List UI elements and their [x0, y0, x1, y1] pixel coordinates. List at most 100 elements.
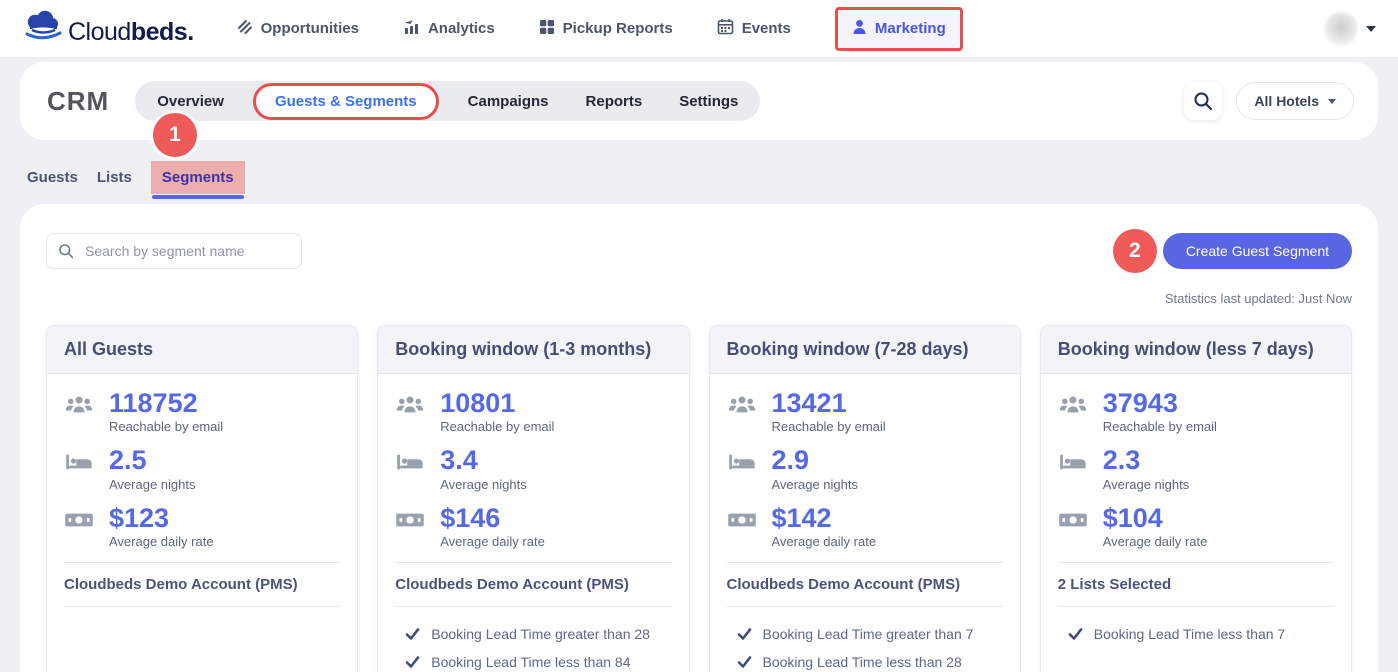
cloudbeds-logo[interactable]: Cloudbeds. [22, 8, 194, 49]
chevron-down-icon[interactable] [1366, 26, 1376, 32]
opportunities-icon [236, 18, 253, 39]
hotel-selector-dropdown[interactable]: All Hotels [1236, 82, 1354, 120]
topnav-right [1324, 12, 1376, 46]
stat-content: 13421 Reachable by email [772, 389, 886, 434]
nav-item-marketing[interactable]: Marketing [835, 7, 963, 51]
pickup-reports-icon [539, 19, 555, 39]
criterion-label: Booking Lead Time greater than 7 [763, 626, 974, 642]
divider [1058, 562, 1334, 563]
stat-value: 2.9 [772, 446, 859, 474]
crm-header-actions: All Hotels [1184, 82, 1354, 120]
divider [64, 562, 340, 563]
criterion: Booking Lead Time greater than 7 [737, 626, 1003, 642]
segments-panel: 2 Create Guest Segment Statistics last u… [20, 204, 1378, 672]
segment-cards: All Guests 118752 Reachable by email 2.5… [46, 325, 1352, 672]
subtab-lists[interactable]: Lists [97, 169, 132, 186]
create-guest-segment-button[interactable]: Create Guest Segment [1163, 233, 1352, 269]
stat-rate: $123 Average daily rate [64, 504, 340, 549]
stat-nights: 2.3 Average nights [1058, 446, 1334, 491]
segments-toolbar: 2 Create Guest Segment [46, 229, 1352, 273]
card-header: Booking window (7-28 days) [710, 326, 1020, 374]
nav-item-events[interactable]: Events [717, 18, 791, 39]
check-icon [405, 627, 420, 641]
subtab-guests[interactable]: Guests [27, 169, 78, 186]
guests-icon [727, 389, 757, 434]
crm-header: CRM Overview Guests & Segments Campaigns… [20, 62, 1378, 140]
stat-nights: 2.5 Average nights [64, 446, 340, 491]
stat-nights: 3.4 Average nights [395, 446, 671, 491]
subtab-segments[interactable]: Segments [151, 161, 245, 194]
rate-icon [1058, 504, 1088, 549]
criteria-list: Booking Lead Time greater than 7 Booking… [727, 626, 1003, 670]
nights-icon [64, 446, 94, 491]
tab-settings[interactable]: Settings [679, 93, 738, 110]
nav-label: Pickup Reports [563, 20, 673, 37]
stat-label: Average daily rate [1103, 534, 1208, 549]
stat-content: $123 Average daily rate [109, 504, 214, 549]
stat-content: 2.3 Average nights [1103, 446, 1190, 491]
user-avatar[interactable] [1324, 12, 1358, 46]
segment-subtabs: Guests Lists Segments [27, 159, 1398, 196]
nav-label: Events [742, 20, 791, 37]
check-icon [737, 655, 752, 669]
stat-label: Reachable by email [440, 419, 554, 434]
card-header: Booking window (less 7 days) [1041, 326, 1351, 374]
card-header: Booking window (1-3 months) [378, 326, 688, 374]
stat-label: Reachable by email [1103, 419, 1217, 434]
card-title: All Guests [64, 338, 340, 361]
criterion-label: Booking Lead Time less than 84 [431, 654, 630, 670]
card-title: Booking window (less 7 days) [1058, 338, 1334, 361]
guests-icon [395, 389, 425, 434]
segment-search [46, 233, 302, 269]
tab-overview[interactable]: Overview [157, 93, 224, 110]
segment-card-booking-7-28-days[interactable]: Booking window (7-28 days) 13421 Reachab… [709, 325, 1021, 672]
stat-label: Reachable by email [109, 419, 223, 434]
guests-icon [64, 389, 94, 434]
criterion: Booking Lead Time less than 28 [737, 654, 1003, 670]
hotel-selector-value: All Hotels [1254, 93, 1319, 109]
tab-reports[interactable]: Reports [586, 93, 643, 110]
card-source: 2 Lists Selected [1058, 576, 1334, 593]
nav-item-analytics[interactable]: Analytics [403, 18, 495, 39]
nav-item-pickup-reports[interactable]: Pickup Reports [539, 19, 673, 39]
marketing-icon [852, 19, 867, 39]
divider [395, 562, 671, 563]
card-title: Booking window (1-3 months) [395, 338, 671, 361]
nav-item-opportunities[interactable]: Opportunities [236, 18, 359, 39]
rate-icon [727, 504, 757, 549]
stat-value: 13421 [772, 389, 886, 417]
stat-reachable: 37943 Reachable by email [1058, 389, 1334, 434]
card-header: All Guests [47, 326, 357, 374]
card-title: Booking window (7-28 days) [727, 338, 1003, 361]
divider [1058, 606, 1334, 607]
stat-reachable: 13421 Reachable by email [727, 389, 1003, 434]
card-source: Cloudbeds Demo Account (PMS) [64, 576, 340, 593]
stat-label: Average nights [772, 477, 859, 492]
card-body: 10801 Reachable by email 3.4 Average nig… [378, 374, 688, 670]
stat-value: $146 [440, 504, 545, 532]
global-search-button[interactable] [1184, 82, 1222, 120]
stat-rate: $146 Average daily rate [395, 504, 671, 549]
stat-label: Average nights [109, 477, 196, 492]
rate-icon [64, 504, 94, 549]
stat-content: 2.9 Average nights [772, 446, 859, 491]
crm-tab-bar: Overview Guests & Segments Campaigns Rep… [135, 81, 760, 121]
toolbar-right: 2 Create Guest Segment [1113, 229, 1352, 273]
rate-icon [395, 504, 425, 549]
segment-search-input[interactable] [46, 233, 302, 269]
tab-campaigns[interactable]: Campaigns [468, 93, 549, 110]
segment-card-all-guests[interactable]: All Guests 118752 Reachable by email 2.5… [46, 325, 358, 672]
criteria-list: Booking Lead Time less than 7 [1058, 626, 1334, 642]
check-icon [1068, 627, 1083, 641]
card-body: 13421 Reachable by email 2.9 Average nig… [710, 374, 1020, 670]
analytics-icon [403, 18, 420, 39]
events-icon [717, 18, 734, 39]
segment-card-booking-less-7-days[interactable]: Booking window (less 7 days) 37943 Reach… [1040, 325, 1352, 672]
divider [395, 606, 671, 607]
nav-label: Analytics [428, 20, 495, 37]
tab-guests-segments[interactable]: Guests & Segments [253, 83, 439, 120]
stat-value: 2.3 [1103, 446, 1190, 474]
nights-icon [727, 446, 757, 491]
segment-card-booking-1-3-months[interactable]: Booking window (1-3 months) 10801 Reacha… [377, 325, 689, 672]
stat-content: $142 Average daily rate [772, 504, 877, 549]
